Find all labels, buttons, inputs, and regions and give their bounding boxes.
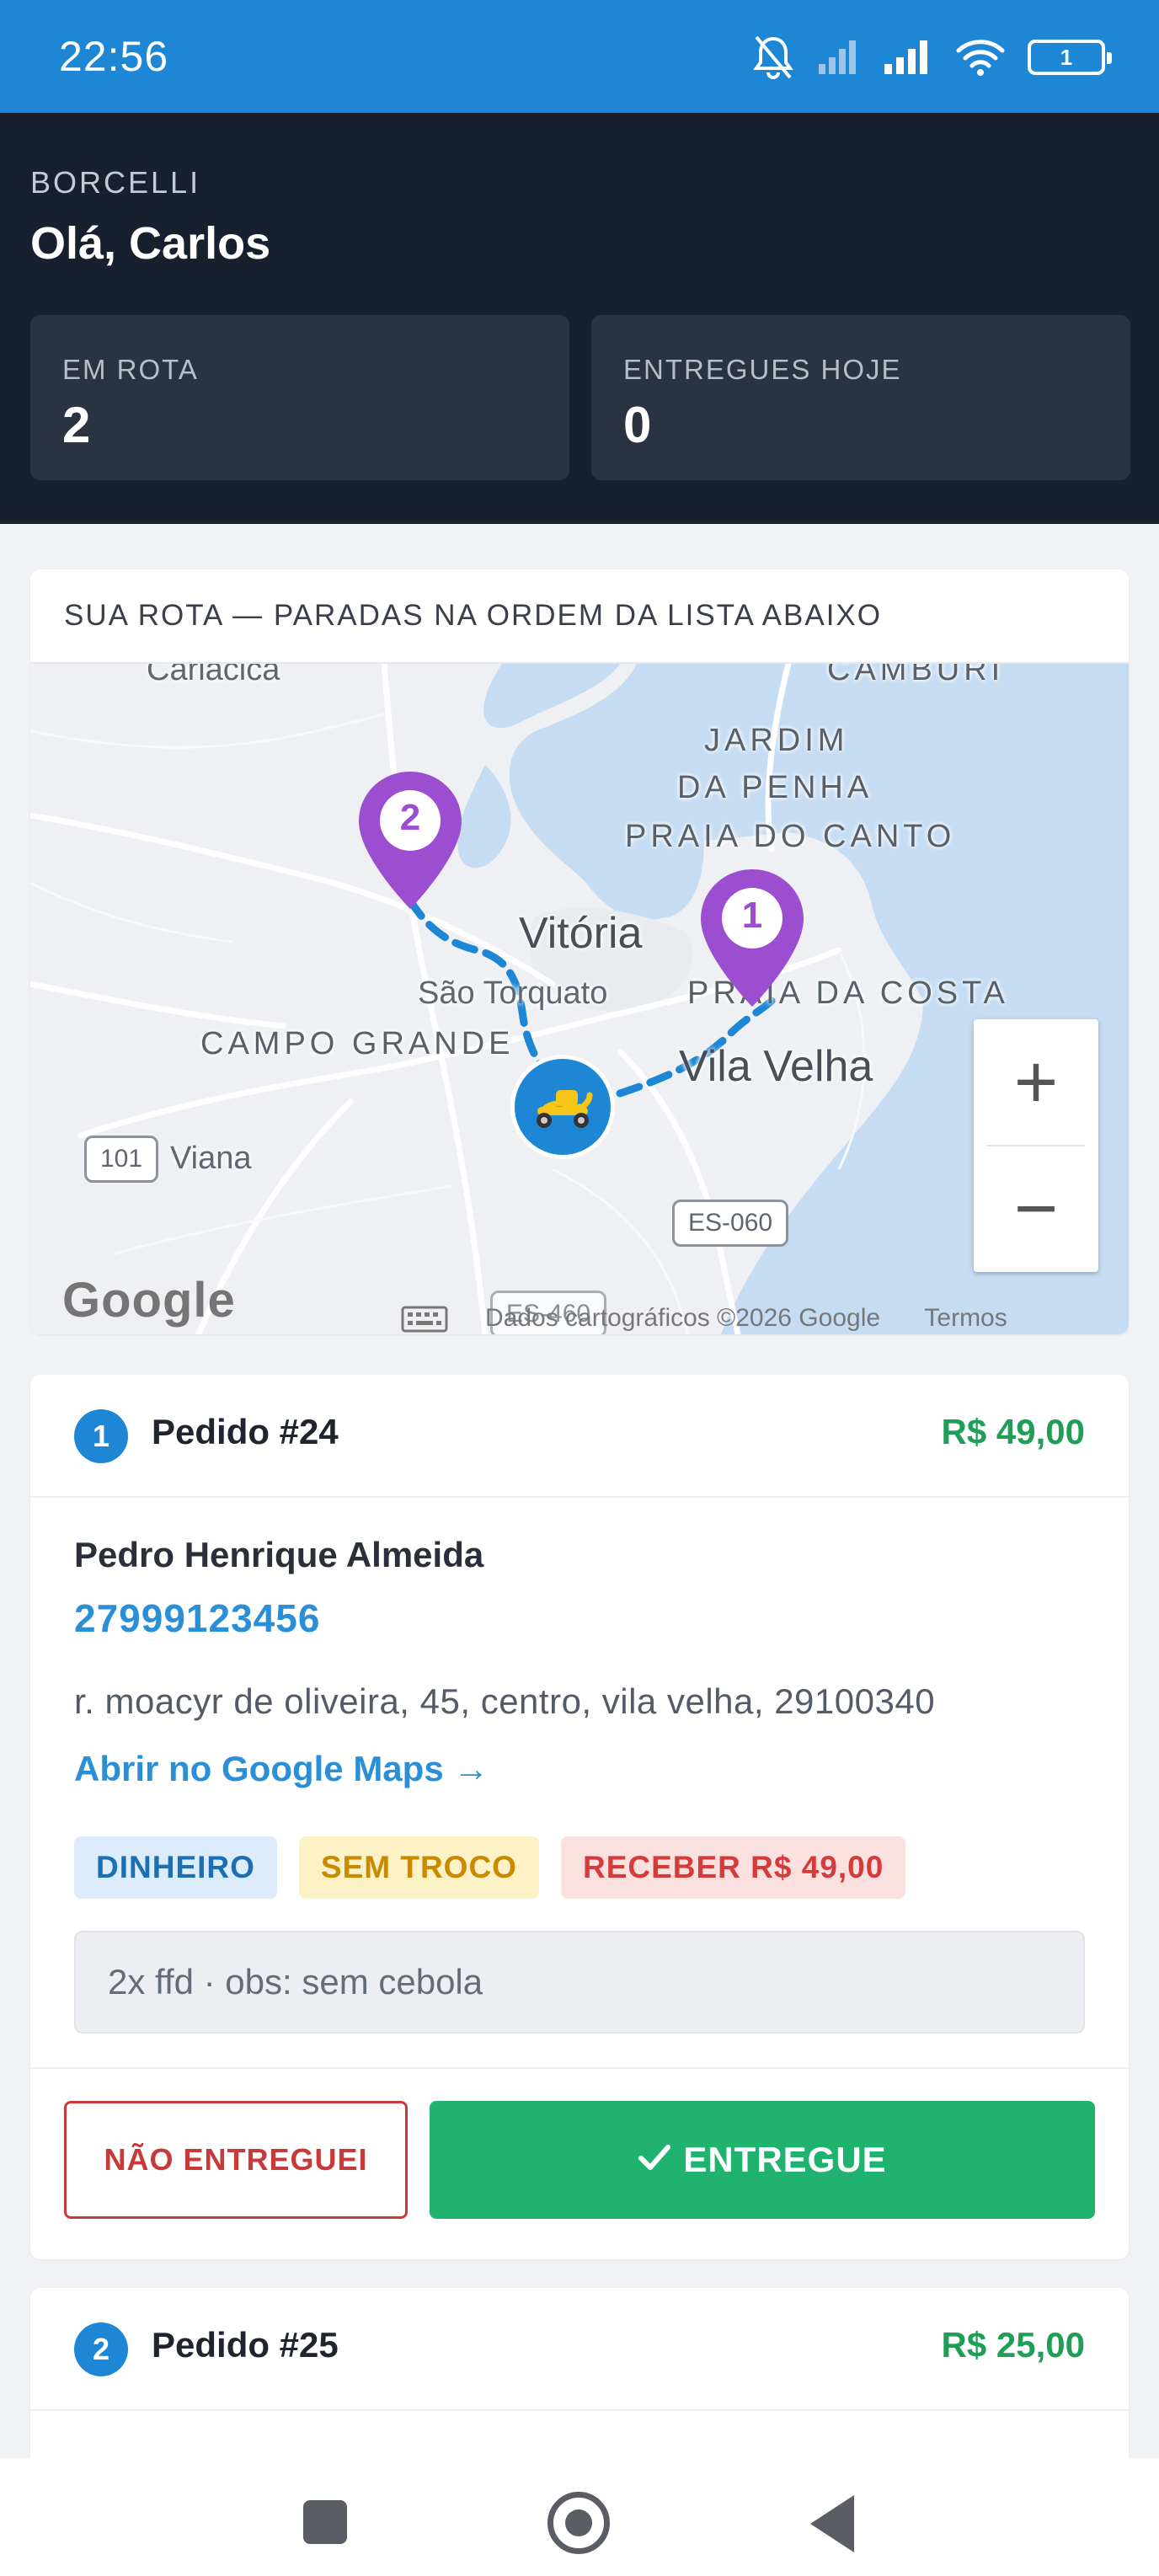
map-card-title: SUA ROTA — PARADAS NA ORDEM DA LISTA ABA…	[30, 569, 1129, 664]
order-header: 1 Pedido #24 R$ 49,00	[30, 1375, 1129, 1498]
attribution-text: Dados cartográficos ©2026 Google	[485, 1304, 881, 1332]
map-label: CAMBURI	[827, 664, 1005, 687]
map-label: DA PENHA	[677, 770, 873, 805]
order-price: R$ 49,00	[941, 1412, 1085, 1451]
payment-tags: DINHEIRO SEM TROCO RECEBER R$ 49,00	[74, 1836, 906, 1899]
zoom-divider	[987, 1145, 1085, 1146]
change-badge: SEM TROCO	[298, 1836, 539, 1899]
system-nav-bar	[0, 2458, 1159, 2576]
signal-weak-icon	[817, 39, 861, 76]
recent-apps-button[interactable]	[303, 2500, 347, 2544]
stat-value: 0	[623, 397, 652, 453]
map-pin-1[interactable]: 1	[697, 866, 807, 1013]
stat-em-rota: EM ROTA 2	[30, 315, 569, 480]
highway-shield: ES-060	[672, 1200, 789, 1247]
order-title: Pedido #24	[152, 1412, 339, 1451]
map-attribution: Dados cartográficos ©2026 Google Termos	[485, 1304, 1007, 1333]
scooter-icon	[531, 1078, 595, 1136]
stat-label: ENTREGUES HOJE	[623, 354, 902, 385]
back-button[interactable]	[810, 2495, 854, 2552]
highway-shield: 101	[84, 1136, 159, 1183]
order-price: R$ 25,00	[941, 2325, 1085, 2365]
pin-number: 2	[399, 797, 421, 838]
google-logo: Google	[62, 1273, 236, 1328]
customer-name: Pedro Henrique Almeida	[74, 1535, 484, 1574]
map-label: CAMPO GRANDE	[200, 1026, 515, 1061]
map-pin-2[interactable]: 2	[355, 768, 465, 916]
home-button[interactable]	[547, 2492, 610, 2554]
brand-name: BORCELLI	[30, 165, 201, 200]
order-stop-number: 1	[74, 1409, 128, 1463]
payment-method-badge: DINHEIRO	[74, 1836, 277, 1899]
order-card: 1 Pedido #24 R$ 49,00 Pedro Henrique Alm…	[30, 1375, 1129, 2259]
battery-icon: 1	[1028, 40, 1112, 75]
order-header: 2 Pedido #25 R$ 25,00	[30, 2288, 1129, 2411]
signal-strong-icon	[883, 39, 933, 76]
zoom-out-button[interactable]: −	[974, 1146, 1098, 1272]
order-stop-number: 2	[74, 2322, 128, 2376]
map-zoom-controls: + −	[974, 1019, 1098, 1272]
map-label: São Torquato	[418, 975, 608, 1011]
greeting: Olá, Carlos	[30, 218, 271, 269]
not-delivered-button[interactable]: NÃO ENTREGUEI	[64, 2101, 408, 2219]
status-icons: 1	[751, 32, 1112, 83]
stat-entregues-hoje: ENTREGUES HOJE 0	[591, 315, 1130, 480]
card-divider	[30, 2067, 1129, 2069]
header: BORCELLI Olá, Carlos EM ROTA 2 ENTREGUES…	[0, 113, 1159, 524]
map-label: Vitória	[519, 909, 643, 958]
status-bar: 22:56 1	[0, 0, 1159, 113]
map-label: Vila Velha	[679, 1042, 873, 1091]
order-notes: 2x ffd · obs: sem cebola	[74, 1931, 1085, 2034]
route-map-card: SUA ROTA — PARADAS NA ORDEM DA LISTA ABA…	[30, 569, 1129, 1334]
customer-address: r. moacyr de oliveira, 45, centro, vila …	[74, 1681, 936, 1721]
pin-number: 1	[741, 895, 763, 936]
stat-value: 2	[62, 397, 91, 453]
map-label: Cariacica	[147, 664, 280, 687]
order-title: Pedido #25	[152, 2325, 339, 2365]
map-label: PRAIA DO CANTO	[625, 819, 956, 854]
courier-location-marker	[510, 1055, 615, 1159]
amount-to-collect-badge: RECEBER R$ 49,00	[560, 1836, 906, 1899]
zoom-in-button[interactable]: +	[974, 1019, 1098, 1146]
delivered-button[interactable]: ENTREGUE	[430, 2101, 1095, 2219]
check-icon	[638, 2140, 671, 2180]
bell-muted-icon	[751, 34, 795, 81]
keyboard-icon[interactable]	[401, 1306, 448, 1334]
status-time: 22:56	[59, 33, 169, 80]
customer-phone-link[interactable]: 27999123456	[74, 1595, 320, 1641]
open-google-maps-link[interactable]: Abrir no Google Maps →	[74, 1749, 489, 1789]
map-label: Viana	[170, 1141, 252, 1176]
delivered-button-label: ENTREGUE	[683, 2140, 887, 2179]
stat-label: EM ROTA	[62, 354, 199, 385]
route-map[interactable]: Cariacica CAMBURI JARDIM DA PENHA PRAIA …	[30, 664, 1129, 1334]
wifi-icon	[955, 37, 1006, 77]
map-label: JARDIM	[704, 723, 849, 758]
terms-link[interactable]: Termos	[924, 1304, 1007, 1332]
